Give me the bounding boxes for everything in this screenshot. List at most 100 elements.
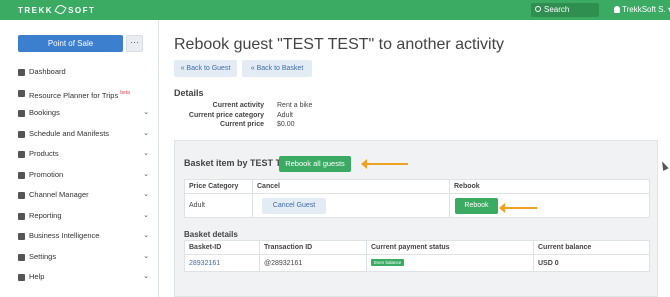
logo-text-right: SOFT xyxy=(68,6,96,15)
back-to-basket-button[interactable]: « Back to Basket xyxy=(242,60,312,77)
cancel-cell: Cancel Guest xyxy=(252,193,450,218)
basket-id-link[interactable]: 28932161 xyxy=(189,260,220,267)
details-values: Rent a bike Adult $0.00 xyxy=(277,101,312,130)
beta-badge: beta xyxy=(120,89,130,96)
sidebar-item-schedule[interactable]: Schedule and Manifests ⌄ xyxy=(0,124,159,145)
column-header: Basket-ID xyxy=(184,240,260,255)
table-row: Adult Cancel Guest Rebook xyxy=(184,193,650,218)
chevron-down-icon: ⌄ xyxy=(143,273,149,280)
main-content: Rebook guest "TEST TEST" to another acti… xyxy=(160,20,670,297)
basket-item-heading: Basket item by TEST T xyxy=(184,158,282,168)
bars-icon xyxy=(18,233,25,240)
annotation-arrow xyxy=(361,159,408,169)
transaction-id-cell: @28932161 xyxy=(259,254,367,272)
road-icon xyxy=(18,89,25,97)
sidebar-item-reporting[interactable]: Reporting ⌄ xyxy=(0,206,159,227)
page-title: Rebook guest "TEST TEST" to another acti… xyxy=(174,36,505,53)
status-badge: Even balance xyxy=(371,259,405,266)
detail-label: Current price category xyxy=(188,111,264,119)
sidebar-item-label: Bookings xyxy=(29,108,60,117)
user-name: TrekkSoft S. xyxy=(622,5,666,14)
basket-details-table: Basket-ID Transaction ID Current payment… xyxy=(184,240,650,272)
details-heading: Details xyxy=(174,88,204,98)
detail-value: Adult xyxy=(277,111,293,119)
chevron-down-icon: ⌄ xyxy=(143,211,149,219)
column-header: Current balance xyxy=(533,240,650,255)
detail-label: Current activity xyxy=(212,102,264,109)
sidebar-item-products[interactable]: Products ⌄ xyxy=(0,144,159,165)
sidebar-item-label: Channel Manager xyxy=(29,190,89,199)
tag-icon xyxy=(18,110,25,117)
price-category-cell: Adult xyxy=(184,193,253,218)
clock-icon xyxy=(18,130,25,138)
logo-mark-icon xyxy=(54,3,67,16)
detail-value: $0.00 xyxy=(277,121,295,128)
back-to-guest-button[interactable]: « Back to Guest xyxy=(174,60,237,77)
sidebar-item-dashboard[interactable]: Dashboard xyxy=(0,62,159,83)
sidebar-item-resource-planner[interactable]: Resource Planner for Trips beta xyxy=(0,83,159,104)
chart-icon xyxy=(18,212,25,220)
sidebar-item-label: Business Intelligence xyxy=(29,231,100,240)
rebook-button[interactable]: Rebook xyxy=(455,197,498,214)
gear-icon xyxy=(18,253,25,261)
column-header: Transaction ID xyxy=(259,240,367,255)
balance-cell: USD 0 xyxy=(533,254,650,272)
basket-items-table: Price Category Cancel Rebook Adult Cance… xyxy=(184,179,650,218)
details-labels: Current activity Current price category … xyxy=(180,101,264,130)
network-icon xyxy=(18,192,25,199)
dashboard-icon xyxy=(18,69,25,76)
table-header-row: Price Category Cancel Rebook xyxy=(184,179,650,194)
sidebar-item-business-intelligence[interactable]: Business Intelligence ⌄ xyxy=(0,226,159,247)
sidebar-item-label: Products xyxy=(29,149,59,158)
logo-text-left: TREKK xyxy=(18,6,54,15)
column-header: Cancel xyxy=(252,179,450,194)
sidebar-nav: Dashboard Resource Planner for Trips beta… xyxy=(0,62,159,288)
basket-panel: Basket item by TEST T Rebook all guests … xyxy=(174,140,658,297)
sidebar-item-settings[interactable]: Settings ⌄ xyxy=(0,247,159,268)
chevron-down-icon: ⌄ xyxy=(143,150,149,157)
basket-id-cell: 28932161 xyxy=(184,254,260,272)
chevron-down-icon: ⌄ xyxy=(143,191,149,198)
sidebar-item-label: Schedule and Manifests xyxy=(29,128,110,138)
megaphone-icon xyxy=(18,171,25,179)
more-options-button[interactable]: ··· xyxy=(126,35,143,52)
rebook-cell: Rebook xyxy=(449,193,650,218)
chevron-down-icon: ⌄ xyxy=(143,109,149,116)
chevron-down-icon: ⌄ xyxy=(143,170,149,178)
user-icon xyxy=(614,6,620,13)
app-logo[interactable]: TREKK SOFT xyxy=(18,3,96,16)
top-bar: TREKK SOFT Search TrekkSoft S. ▾ xyxy=(0,0,670,20)
sidebar-item-channel-manager[interactable]: Channel Manager ⌄ xyxy=(0,185,159,206)
sidebar-item-bookings[interactable]: Bookings ⌄ xyxy=(0,103,159,124)
sidebar-item-label: Reporting xyxy=(29,210,62,220)
rebook-all-guests-button[interactable]: Rebook all guests xyxy=(279,156,351,172)
list-icon xyxy=(18,151,25,158)
table-row: 28932161 @28932161 Even balance USD 0 xyxy=(184,254,650,272)
sidebar: Point of Sale ··· Dashboard Resource Pla… xyxy=(0,20,159,297)
search-placeholder: Search xyxy=(544,5,570,14)
help-icon xyxy=(18,274,25,281)
user-menu[interactable]: TrekkSoft S. ▾ xyxy=(614,5,670,14)
sidebar-item-label: Help xyxy=(29,272,45,281)
sidebar-item-label: Settings xyxy=(29,251,57,261)
search-icon xyxy=(535,6,541,12)
column-header: Rebook xyxy=(449,179,650,194)
search-input[interactable]: Search xyxy=(531,3,599,17)
sidebar-item-label: Dashboard xyxy=(29,67,66,76)
detail-value: Rent a bike xyxy=(277,102,313,109)
sidebar-item-help[interactable]: Help ⌄ xyxy=(0,267,159,288)
cancel-guest-button[interactable]: Cancel Guest xyxy=(262,197,326,214)
sidebar-item-label: Resource Planner for Trips xyxy=(29,90,119,100)
chevron-down-icon: ⌄ xyxy=(143,232,149,239)
sidebar-item-label: Promotion xyxy=(29,169,64,179)
annotation-arrow xyxy=(499,203,537,213)
detail-label: Current price xyxy=(220,121,264,128)
mouse-cursor-icon xyxy=(659,160,669,171)
column-header: Current payment status xyxy=(366,240,534,255)
chevron-down-icon: ⌄ xyxy=(143,129,149,137)
sidebar-item-promotion[interactable]: Promotion ⌄ xyxy=(0,165,159,186)
point-of-sale-button[interactable]: Point of Sale xyxy=(18,35,123,52)
table-header-row: Basket-ID Transaction ID Current payment… xyxy=(184,240,650,255)
basket-details-heading: Basket details xyxy=(184,230,238,239)
chevron-down-icon: ⌄ xyxy=(143,252,149,260)
